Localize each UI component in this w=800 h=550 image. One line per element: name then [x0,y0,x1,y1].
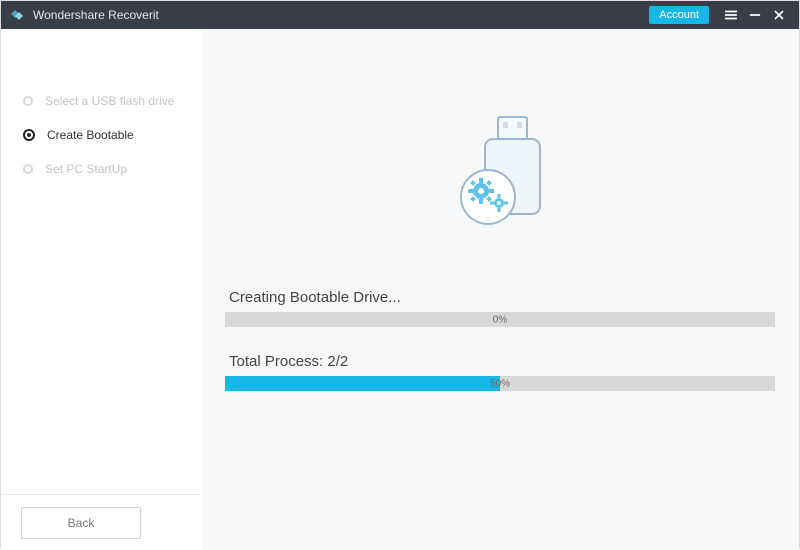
progress-bar: 0% [225,312,775,327]
step-dot-icon [23,129,35,141]
account-button[interactable]: Account [649,6,709,24]
minimize-icon[interactable] [743,1,767,29]
progress-total: Total Process: 2/2 50% [225,353,775,391]
progress-label: Creating Bootable Drive... [225,289,775,306]
back-button[interactable]: Back [21,507,141,539]
main-panel: Creating Bootable Drive... 0% Total Proc… [201,29,799,550]
titlebar: Wondershare Recoverit Account [1,1,799,29]
usb-gears-illustration [225,99,775,229]
sidebar-footer: Back [1,494,201,550]
step-dot-icon [23,96,33,106]
app-title: Wondershare Recoverit [33,8,159,22]
progress-fill [225,376,500,391]
step-set-pc-startup[interactable]: Set PC StartUp [1,152,201,186]
close-icon[interactable] [767,1,791,29]
progress-creating-bootable: Creating Bootable Drive... 0% [225,289,775,327]
menu-icon[interactable] [719,1,743,29]
progress-label: Total Process: 2/2 [225,353,775,370]
step-select-usb[interactable]: Select a USB flash drive [1,84,201,118]
progress-bar: 50% [225,376,775,391]
step-label: Set PC StartUp [45,162,127,176]
step-label: Create Bootable [47,128,134,142]
sidebar: Select a USB flash drive Create Bootable… [1,29,201,550]
step-dot-icon [23,164,33,174]
progress-percent-text: 50% [490,378,510,389]
app-logo-icon [9,7,25,23]
step-create-bootable[interactable]: Create Bootable [1,118,201,152]
step-label: Select a USB flash drive [45,94,174,108]
progress-percent-text: 0% [493,314,507,325]
